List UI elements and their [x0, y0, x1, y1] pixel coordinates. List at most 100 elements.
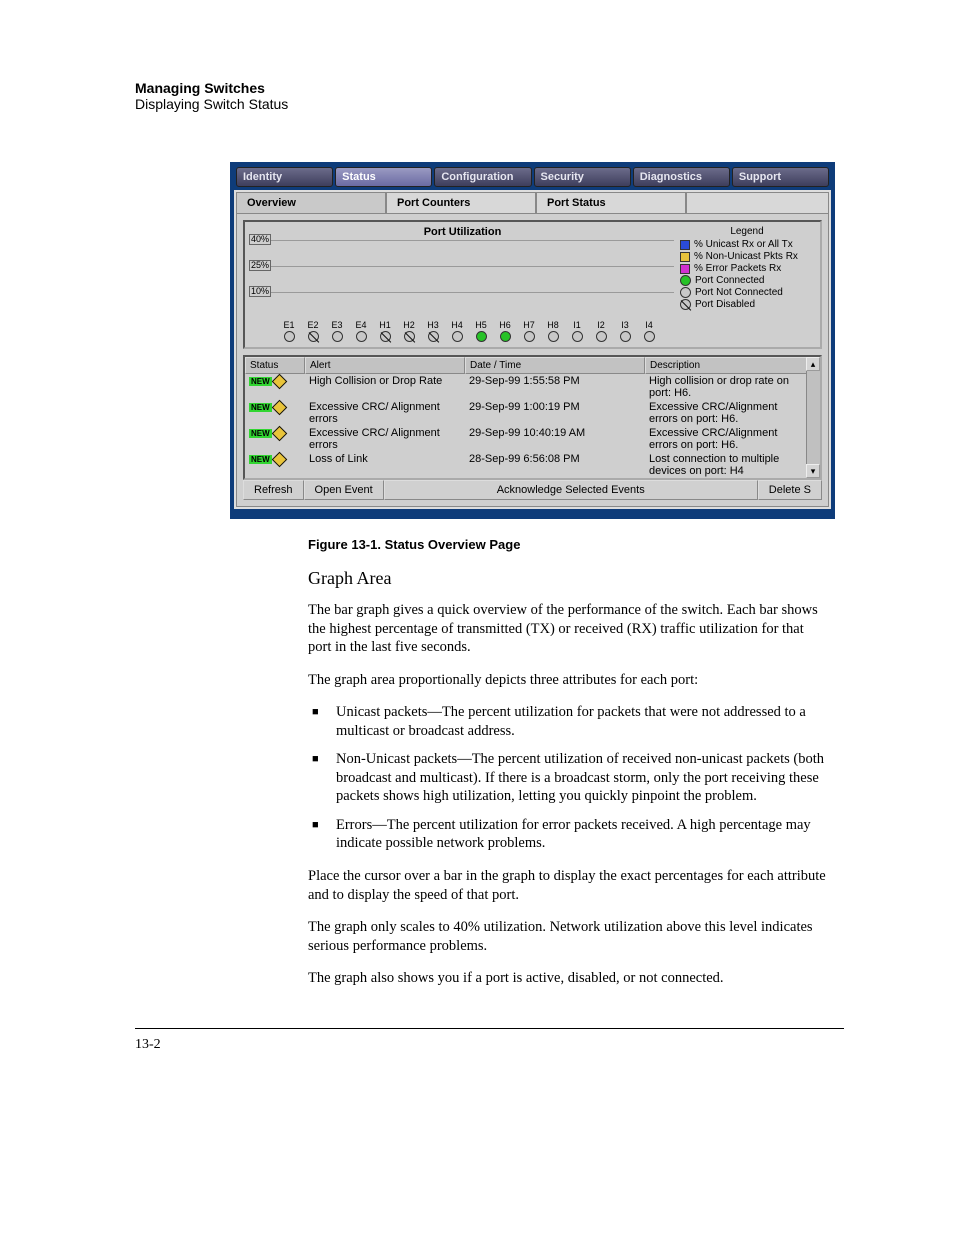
- tab-security[interactable]: Security: [534, 167, 631, 187]
- scrollbar[interactable]: ▴ ▾: [806, 357, 820, 478]
- port-label: H8: [543, 320, 563, 330]
- swatch-error-icon: [680, 264, 690, 274]
- delete-button[interactable]: Delete S: [758, 480, 822, 500]
- tab-support[interactable]: Support: [732, 167, 829, 187]
- port-status-icon[interactable]: [620, 331, 631, 342]
- tab-diagnostics[interactable]: Diagnostics: [633, 167, 730, 187]
- scroll-up-icon[interactable]: ▴: [806, 357, 820, 371]
- legend-error: % Error Packets Rx: [694, 263, 781, 274]
- chart-grid: 40% 25% 10%: [251, 240, 674, 318]
- scroll-down-icon[interactable]: ▾: [806, 464, 820, 478]
- port-status-icon[interactable]: [548, 331, 559, 342]
- port-status-icon[interactable]: [644, 331, 655, 342]
- section-heading: Graph Area: [308, 568, 828, 589]
- running-head-chapter: Managing Switches: [135, 80, 844, 96]
- port-status-icon[interactable]: [500, 331, 511, 342]
- page-number: 13-2: [135, 1028, 844, 1053]
- alert-diamond-icon: [271, 399, 287, 415]
- para-4: The graph only scales to 40% utilization…: [308, 918, 828, 955]
- refresh-button[interactable]: Refresh: [243, 480, 304, 500]
- alert-diamond-icon: [271, 373, 287, 389]
- tab-configuration[interactable]: Configuration: [434, 167, 531, 187]
- port-label: I2: [591, 320, 611, 330]
- running-head-section: Displaying Switch Status: [135, 96, 844, 112]
- port-label: H6: [495, 320, 515, 330]
- ytick-25: 25%: [249, 260, 271, 271]
- tab-identity[interactable]: Identity: [236, 167, 333, 187]
- table-row[interactable]: NEW Loss of Link28-Sep-99 6:56:08 PMLost …: [245, 452, 806, 478]
- event-body: NEWHigh Collision or Drop Rate29-Sep-99 …: [245, 374, 820, 478]
- cell-datetime: 29-Sep-99 10:40:19 AM: [465, 426, 645, 452]
- port-status-icon[interactable]: [476, 331, 487, 342]
- para-1: The bar graph gives a quick overview of …: [308, 601, 828, 657]
- event-header: Status Alert Date / Time Description: [245, 357, 820, 374]
- cell-datetime: 29-Sep-99 1:00:19 PM: [465, 400, 645, 426]
- figure-caption: Figure 13-1. Status Overview Page: [308, 537, 844, 552]
- led-notconnected-icon: [680, 287, 691, 298]
- port-status-icon[interactable]: [284, 331, 295, 342]
- subtab-overview[interactable]: Overview: [236, 192, 386, 213]
- ytick-40: 40%: [249, 234, 271, 245]
- port-status-icon[interactable]: [524, 331, 535, 342]
- port-label: H4: [447, 320, 467, 330]
- port-label: I4: [639, 320, 659, 330]
- led-disabled-icon: [680, 299, 691, 310]
- subtab-portcounters[interactable]: Port Counters: [386, 192, 536, 213]
- open-event-button[interactable]: Open Event: [304, 480, 384, 500]
- port-label: H1: [375, 320, 395, 330]
- port-label: I3: [615, 320, 635, 330]
- table-row[interactable]: NEW Excessive CRC/ Alignment errors29-Sep…: [245, 400, 806, 426]
- list-item: Unicast packets—The percent utilization …: [308, 703, 828, 740]
- chart-legend: Legend % Unicast Rx or All Tx % Non-Unic…: [674, 226, 814, 345]
- table-row[interactable]: NEWHigh Collision or Drop Rate29-Sep-99 …: [245, 374, 806, 400]
- ytick-10: 10%: [249, 286, 271, 297]
- cell-alert: Excessive CRC/ Alignment errors: [305, 400, 465, 426]
- acknowledge-button[interactable]: Acknowledge Selected Events: [384, 480, 758, 500]
- port-label: H7: [519, 320, 539, 330]
- new-badge-icon: NEW: [249, 455, 272, 464]
- legend-connected: Port Connected: [695, 275, 765, 286]
- chart-title: Port Utilization: [251, 226, 674, 238]
- hdr-status[interactable]: Status: [245, 357, 305, 374]
- event-table: Status Alert Date / Time Description NEW…: [243, 355, 822, 480]
- table-row[interactable]: NEWExcessive CRC/ Alignment errors29-Sep…: [245, 426, 806, 452]
- para-2: The graph area proportionally depicts th…: [308, 671, 828, 690]
- hdr-desc[interactable]: Description: [645, 357, 820, 374]
- legend-nonunicast: % Non-Unicast Pkts Rx: [694, 251, 798, 262]
- cell-datetime: 28-Sep-99 6:56:08 PM: [465, 452, 645, 478]
- port-status-icon[interactable]: [380, 331, 391, 342]
- port-status-icon[interactable]: [596, 331, 607, 342]
- cell-desc: Excessive CRC/Alignment errors on port: …: [645, 426, 806, 452]
- list-item: Non-Unicast packets—The percent utilizat…: [308, 750, 828, 806]
- tab-status[interactable]: Status: [335, 167, 432, 187]
- subtab-portstatus[interactable]: Port Status: [536, 192, 686, 213]
- port-status-icon[interactable]: [404, 331, 415, 342]
- port-label: H2: [399, 320, 419, 330]
- main-tab-bar: Identity Status Configuration Security D…: [234, 166, 831, 190]
- hdr-alert[interactable]: Alert: [305, 357, 465, 374]
- port-status-icon[interactable]: [332, 331, 343, 342]
- legend-notconnected: Port Not Connected: [695, 287, 783, 298]
- port-status-icon[interactable]: [356, 331, 367, 342]
- cell-desc: Lost connection to multiple devices on p…: [645, 452, 806, 478]
- legend-title: Legend: [680, 226, 814, 237]
- port-label: E3: [327, 320, 347, 330]
- list-item: Errors—The percent utilization for error…: [308, 816, 828, 853]
- led-connected-icon: [680, 275, 691, 286]
- cell-alert: Excessive CRC/ Alignment errors: [305, 426, 465, 452]
- swatch-unicast-icon: [680, 240, 690, 250]
- hdr-datetime[interactable]: Date / Time: [465, 357, 645, 374]
- legend-disabled: Port Disabled: [695, 299, 755, 310]
- para-5: The graph also shows you if a port is ac…: [308, 969, 828, 988]
- new-badge-icon: NEW: [249, 403, 272, 412]
- port-status-icon[interactable]: [428, 331, 439, 342]
- port-label: H3: [423, 320, 443, 330]
- cell-datetime: 29-Sep-99 1:55:58 PM: [465, 374, 645, 400]
- port-status-icon[interactable]: [572, 331, 583, 342]
- cell-desc: High collision or drop rate on port: H6.: [645, 374, 806, 400]
- cell-alert: Loss of Link: [305, 452, 465, 478]
- attributes-list: Unicast packets—The percent utilization …: [308, 703, 828, 853]
- port-status-icon[interactable]: [308, 331, 319, 342]
- port-status-icon[interactable]: [452, 331, 463, 342]
- port-label: E1: [279, 320, 299, 330]
